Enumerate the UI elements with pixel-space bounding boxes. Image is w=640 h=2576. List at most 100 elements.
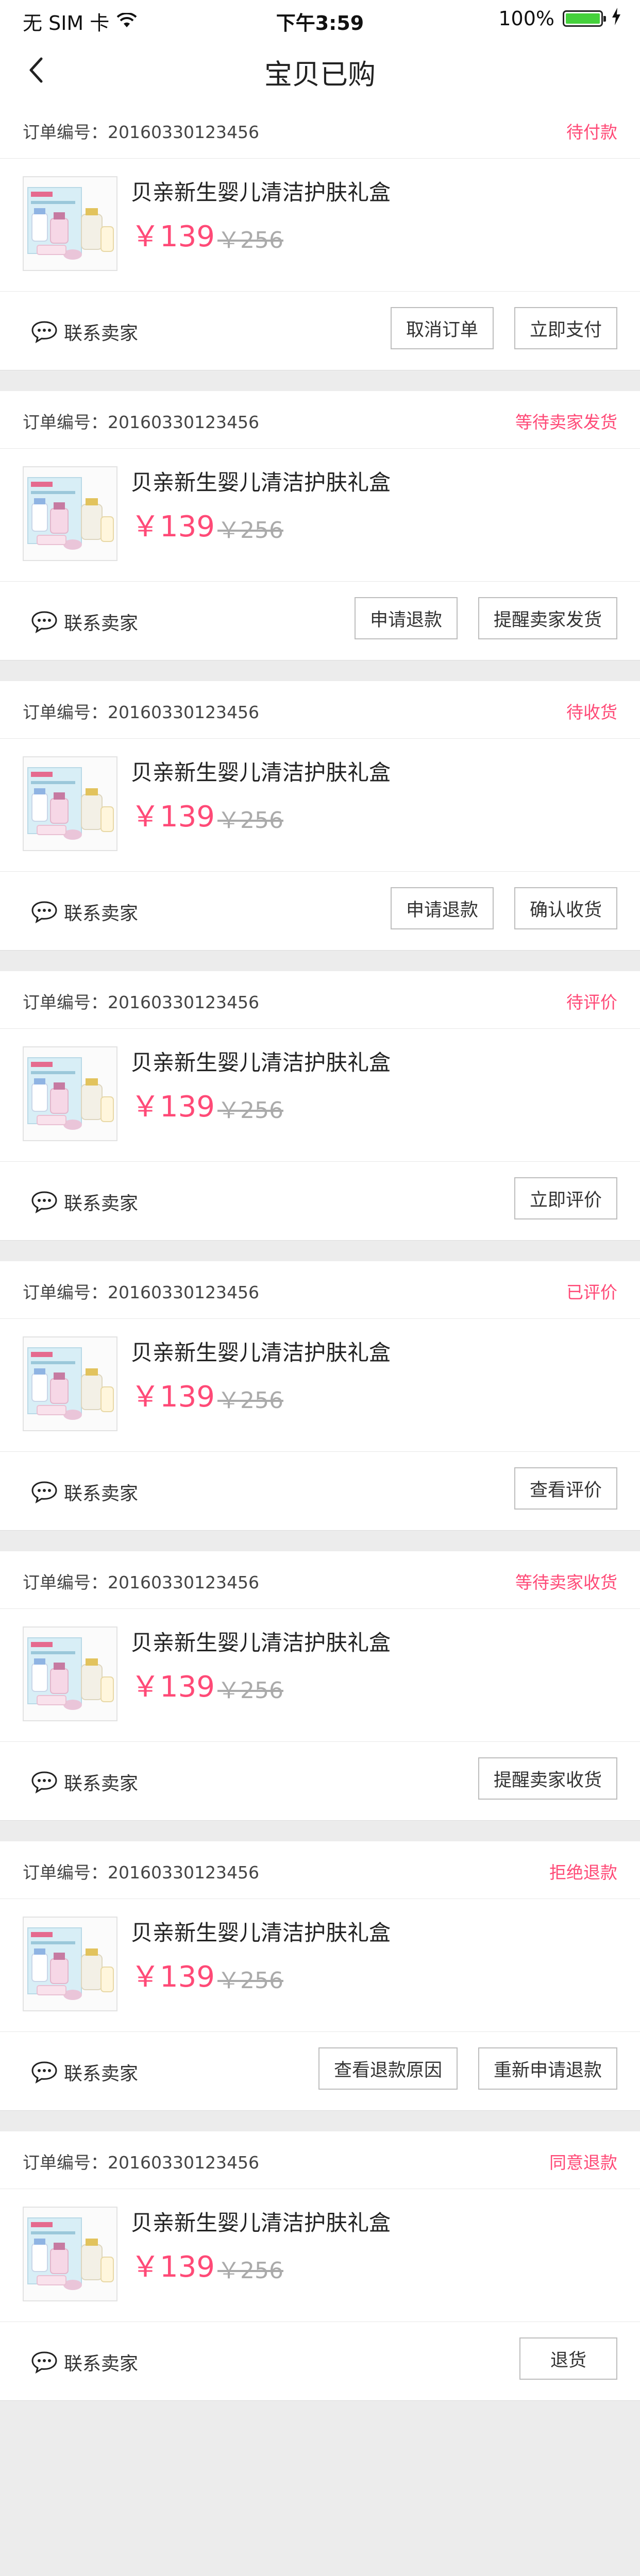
product-name[interactable]: 贝亲新生婴儿清洁护肤礼盒	[131, 1625, 391, 1657]
product-thumbnail[interactable]	[23, 1046, 117, 1141]
order-header: 订单编号：20160330123456 待收货	[0, 681, 640, 739]
order-action-button[interactable]: 提醒卖家收货	[478, 1757, 617, 1800]
product-row[interactable]: 贝亲新生婴儿清洁护肤礼盒 ￥139 ￥256	[0, 1609, 640, 1742]
contact-seller-button[interactable]: 联系卖家	[30, 1189, 138, 1215]
chat-bubble-icon	[31, 1481, 57, 1504]
product-name[interactable]: 贝亲新生婴儿清洁护肤礼盒	[131, 1335, 391, 1367]
battery-icon	[563, 10, 606, 27]
contact-seller-label: 联系卖家	[64, 2063, 139, 2084]
product-image-icon	[24, 1918, 116, 2010]
product-row[interactable]: 贝亲新生婴儿清洁护肤礼盒 ￥139 ￥256	[0, 1029, 640, 1162]
product-original-price: ￥256	[217, 1387, 283, 1414]
order-card: 订单编号：20160330123456 等待卖家发货 贝亲新生婴儿清洁护肤礼盒 …	[0, 391, 640, 660]
contact-seller-label: 联系卖家	[64, 1193, 139, 1214]
product-row[interactable]: 贝亲新生婴儿清洁护肤礼盒 ￥139 ￥256	[0, 2189, 640, 2322]
product-thumbnail[interactable]	[23, 176, 117, 271]
order-status: 等待卖家发货	[515, 412, 617, 432]
contact-seller-button[interactable]: 联系卖家	[30, 899, 138, 925]
contact-seller-button[interactable]: 联系卖家	[30, 1769, 138, 1795]
product-thumbnail[interactable]	[23, 1336, 117, 1431]
order-action-button[interactable]: 申请退款	[390, 887, 494, 929]
order-button-group: 申请退款 确认收货	[390, 887, 617, 929]
product-name[interactable]: 贝亲新生婴儿清洁护肤礼盒	[131, 755, 391, 787]
charging-icon	[611, 7, 621, 30]
order-card: 订单编号：20160330123456 等待卖家收货 贝亲新生婴儿清洁护肤礼盒 …	[0, 1551, 640, 1821]
product-image-icon	[24, 1337, 116, 1430]
contact-seller-button[interactable]: 联系卖家	[30, 318, 138, 345]
product-price: ￥139	[131, 1380, 215, 1414]
contact-seller-button[interactable]: 联系卖家	[30, 1479, 138, 1505]
order-action-button[interactable]: 确认收货	[514, 887, 617, 929]
product-image-icon	[24, 1628, 116, 1720]
product-price: ￥139	[131, 1960, 215, 1994]
contact-seller-label: 联系卖家	[64, 613, 139, 634]
page-title: 宝贝已购	[264, 58, 376, 91]
product-thumbnail[interactable]	[23, 1917, 117, 2011]
product-row[interactable]: 贝亲新生婴儿清洁护肤礼盒 ￥139 ￥256	[0, 1899, 640, 2032]
contact-seller-label: 联系卖家	[64, 903, 139, 924]
chat-bubble-icon	[31, 2061, 57, 2084]
product-original-price: ￥256	[217, 1677, 283, 1704]
order-action-button[interactable]: 提醒卖家发货	[478, 597, 617, 639]
chat-bubble-icon	[31, 2351, 57, 2374]
contact-seller-button[interactable]: 联系卖家	[30, 2059, 138, 2086]
product-original-price: ￥256	[217, 807, 283, 834]
order-status: 等待卖家收货	[515, 1572, 617, 1592]
product-row[interactable]: 贝亲新生婴儿清洁护肤礼盒 ￥139 ￥256	[0, 449, 640, 582]
contact-seller-button[interactable]: 联系卖家	[30, 2349, 138, 2376]
product-name[interactable]: 贝亲新生婴儿清洁护肤礼盒	[131, 2206, 391, 2237]
status-right: 100%	[498, 7, 621, 30]
chat-bubble-icon	[31, 1771, 57, 1794]
order-action-button[interactable]: 立即评价	[514, 1177, 617, 1219]
order-card: 订单编号：20160330123456 拒绝退款 贝亲新生婴儿清洁护肤礼盒 ￥1…	[0, 1841, 640, 2111]
order-actions: 联系卖家 查看退款原因 重新申请退款	[0, 2032, 640, 2110]
order-header: 订单编号：20160330123456 待评价	[0, 971, 640, 1029]
order-action-button[interactable]: 查看评价	[514, 1467, 617, 1510]
chat-bubble-icon	[31, 901, 57, 924]
product-row[interactable]: 贝亲新生婴儿清洁护肤礼盒 ￥139 ￥256	[0, 739, 640, 872]
order-list: 订单编号：20160330123456 待付款 贝亲新生婴儿清洁护肤礼盒 ￥13…	[0, 101, 640, 2421]
product-thumbnail[interactable]	[23, 1626, 117, 1721]
product-name[interactable]: 贝亲新生婴儿清洁护肤礼盒	[131, 175, 391, 207]
order-action-button[interactable]: 取消订单	[390, 307, 494, 349]
order-actions: 联系卖家 取消订单 立即支付	[0, 292, 640, 370]
product-price: ￥139	[131, 510, 215, 544]
order-number: 订单编号：20160330123456	[23, 122, 259, 142]
product-thumbnail[interactable]	[23, 2207, 117, 2301]
order-number: 订单编号：20160330123456	[23, 2153, 259, 2173]
order-number: 订单编号：20160330123456	[23, 412, 259, 432]
battery-percent: 100%	[498, 7, 554, 30]
order-card: 订单编号：20160330123456 待评价 贝亲新生婴儿清洁护肤礼盒 ￥13…	[0, 971, 640, 1241]
order-action-button[interactable]: 退货	[519, 2337, 617, 2380]
contact-seller-button[interactable]: 联系卖家	[30, 608, 138, 635]
order-card: 订单编号：20160330123456 已评价 贝亲新生婴儿清洁护肤礼盒 ￥13…	[0, 1261, 640, 1531]
order-button-group: 查看评价	[514, 1467, 617, 1510]
product-name[interactable]: 贝亲新生婴儿清洁护肤礼盒	[131, 1916, 391, 1947]
order-header: 订单编号：20160330123456 等待卖家收货	[0, 1551, 640, 1609]
order-actions: 联系卖家 提醒卖家收货	[0, 1742, 640, 1820]
product-image-icon	[24, 757, 116, 850]
order-status: 同意退款	[549, 2153, 617, 2173]
product-thumbnail[interactable]	[23, 756, 117, 851]
product-price: ￥139	[131, 2250, 215, 2284]
order-button-group: 退货	[519, 2337, 617, 2380]
order-card: 订单编号：20160330123456 待付款 贝亲新生婴儿清洁护肤礼盒 ￥13…	[0, 101, 640, 370]
order-action-button[interactable]: 申请退款	[354, 597, 458, 639]
status-bar: 无 SIM 卡 下午3:59 100%	[0, 0, 640, 39]
order-number: 订单编号：20160330123456	[23, 702, 259, 722]
product-name[interactable]: 贝亲新生婴儿清洁护肤礼盒	[131, 465, 391, 497]
order-action-button[interactable]: 重新申请退款	[478, 2047, 617, 2090]
contact-seller-label: 联系卖家	[64, 2353, 139, 2375]
order-status: 已评价	[566, 1282, 617, 1302]
order-action-button[interactable]: 立即支付	[514, 307, 617, 349]
product-row[interactable]: 贝亲新生婴儿清洁护肤礼盒 ￥139 ￥256	[0, 159, 640, 292]
product-row[interactable]: 贝亲新生婴儿清洁护肤礼盒 ￥139 ￥256	[0, 1319, 640, 1452]
product-original-price: ￥256	[217, 1968, 283, 1994]
product-image-icon	[24, 1047, 116, 1140]
product-name[interactable]: 贝亲新生婴儿清洁护肤礼盒	[131, 1045, 391, 1077]
contact-seller-label: 联系卖家	[64, 323, 139, 344]
product-thumbnail[interactable]	[23, 466, 117, 561]
battery-level-fill	[566, 13, 600, 24]
order-action-button[interactable]: 查看退款原因	[318, 2047, 458, 2090]
product-original-price: ￥256	[217, 2258, 283, 2284]
